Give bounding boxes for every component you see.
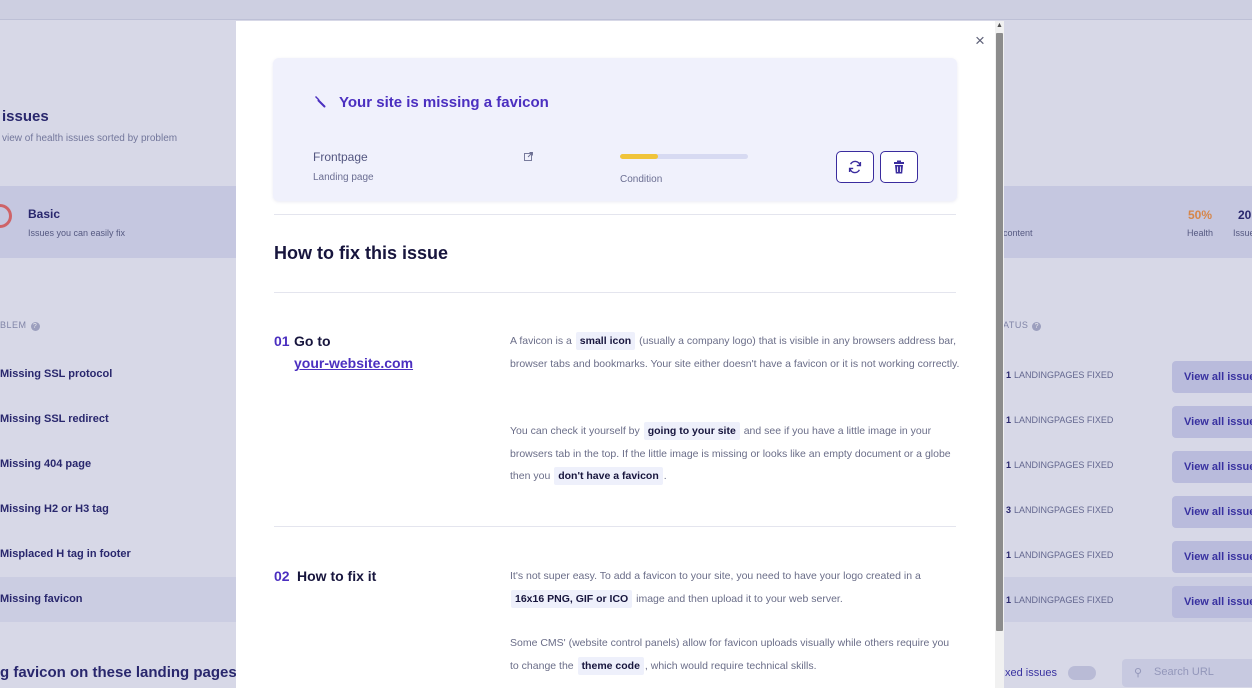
step-paragraph: You can check it yourself by going to yo… [510, 420, 960, 488]
refresh-icon [848, 160, 862, 174]
landing-page-name: Frontpage [313, 150, 368, 164]
step-paragraph: It's not super easy. To add a favicon to… [510, 565, 960, 610]
step-title: Go to [294, 333, 331, 349]
section-title: How to fix this issue [274, 243, 449, 263]
highlight-term: small icon [575, 332, 636, 350]
close-icon[interactable]: × [975, 32, 985, 49]
paragraph-text: . [663, 470, 667, 482]
condition-label: Condition [620, 174, 663, 185]
condition-progress-fill [620, 154, 659, 159]
highlight-term: going to your site [643, 422, 740, 440]
paragraph-text: image and then upload it to your web ser… [636, 592, 843, 605]
external-link-icon[interactable] [524, 152, 533, 161]
step-number: 01 [274, 333, 290, 349]
refresh-button[interactable] [836, 151, 874, 183]
paragraph-text: You can check it yourself by [510, 425, 640, 437]
modal-scrollbar[interactable]: ▲ [995, 21, 1004, 688]
scroll-up-icon[interactable]: ▲ [996, 22, 1003, 29]
issue-modal: × Your site is missing a favicon Frontpa… [236, 21, 1004, 688]
highlight-term: don't have a favicon [554, 467, 663, 485]
paragraph-text: A favicon is a [510, 335, 572, 347]
highlight-term: theme code [577, 656, 644, 675]
divider [274, 292, 956, 293]
highlight-term: 16x16 PNG, GIF or ICO [511, 589, 633, 608]
issue-card: Your site is missing a favicon Frontpage… [273, 58, 957, 201]
paragraph-text: , which would require technical skills. [644, 659, 817, 672]
wrench-icon [315, 96, 326, 108]
step-paragraph: Some CMS' (website control panels) allow… [510, 632, 960, 677]
step-title: How to fix it [297, 568, 377, 584]
scrollbar-thumb[interactable] [996, 33, 1003, 631]
divider [274, 526, 956, 527]
divider [274, 214, 956, 215]
condition-progress-bar [620, 154, 748, 159]
landing-page-type: Landing page [313, 172, 374, 183]
step-number: 02 [274, 568, 290, 584]
website-link[interactable]: your-website.com [294, 355, 413, 371]
step-paragraph: A favicon is a small icon (usually a com… [510, 330, 960, 375]
issue-title: Your site is missing a favicon [339, 94, 549, 111]
delete-button[interactable] [880, 151, 918, 183]
trash-icon [894, 160, 904, 174]
paragraph-text: It's not super easy. To add a favicon to… [510, 570, 921, 582]
